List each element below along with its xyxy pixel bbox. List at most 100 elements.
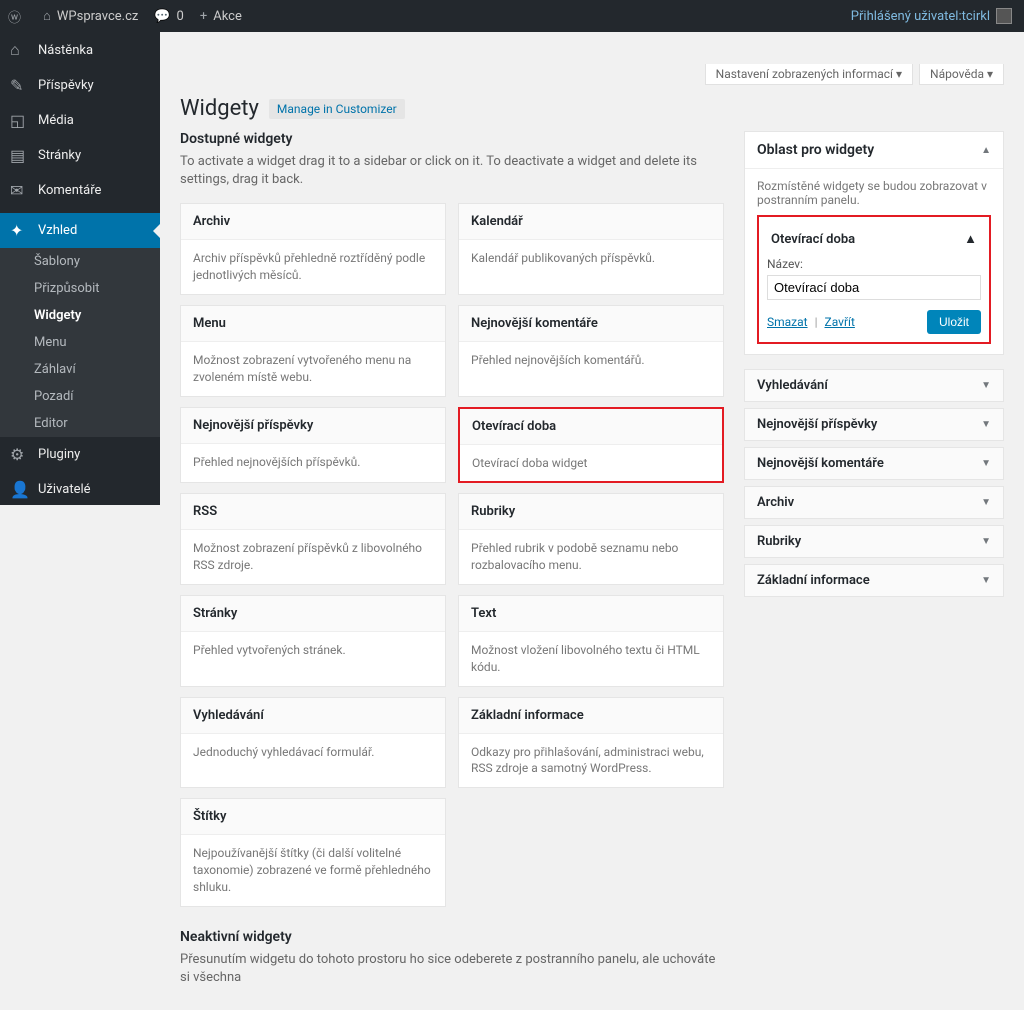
menu-icon: ✉ (10, 181, 30, 200)
comments-count: 0 (177, 9, 184, 24)
chevron-up-icon: ▲ (981, 145, 991, 156)
widget-stránky[interactable]: StránkyPřehled vytvořených stránek. (180, 595, 446, 687)
user-menu[interactable]: Přihlášený uživatel: tcirkl (843, 0, 1020, 32)
widget-nejnovější-příspěvky[interactable]: Nejnovější příspěvkyPřehled nejnovějších… (180, 407, 446, 484)
menu-item-uživatelé[interactable]: 👤Uživatelé (0, 472, 160, 505)
site-name: WPspravce.cz (57, 9, 138, 24)
manage-customizer-button[interactable]: Manage in Customizer (269, 99, 405, 119)
help-tab[interactable]: Nápověda ▾ (919, 64, 1004, 85)
content-wrap: Nastavení zobrazených informací ▾ Nápově… (160, 32, 1024, 1010)
submenu-item-menu[interactable]: Menu (0, 329, 160, 356)
widget-title: Rubriky (459, 494, 723, 530)
widget-základní-informace[interactable]: Základní informaceOdkazy pro přihlašován… (458, 697, 724, 789)
widget-menu[interactable]: MenuMožnost zobrazení vytvořeného menu n… (180, 305, 446, 397)
widget-desc: Odkazy pro přihlašování, administraci we… (459, 734, 723, 788)
widget-nejnovější-komentáře[interactable]: Nejnovější komentářePřehled nejnovějších… (458, 305, 724, 397)
save-button[interactable]: Uložit (927, 310, 981, 334)
menu-item-příspěvky[interactable]: ✎Příspěvky (0, 68, 160, 103)
new-label: Akce (213, 9, 242, 24)
comment-icon: 💬 (154, 9, 170, 24)
screen-options-tab[interactable]: Nastavení zobrazených informací ▾ (705, 64, 913, 85)
widget-desc: Přehled vytvořených stránek. (181, 632, 445, 669)
menu-item-komentáře[interactable]: ✉Komentáře (0, 173, 160, 208)
site-name-item[interactable]: ⌂ WPspravce.cz (35, 0, 146, 32)
widget-title: Kalendář (459, 204, 723, 240)
home-icon: ⌂ (43, 8, 51, 24)
submenu-item-pozadí[interactable]: Pozadí (0, 383, 160, 410)
collapsed-widget-základní-informace[interactable]: Základní informace▼ (744, 564, 1004, 597)
widget-desc: Kalendář publikovaných příspěvků. (459, 240, 723, 277)
chevron-down-icon: ▼ (981, 536, 991, 547)
widget-rss[interactable]: RSSMožnost zobrazení příspěvků z libovol… (180, 493, 446, 585)
menu-item-pluginy[interactable]: ⚙Pluginy (0, 437, 160, 472)
widget-title: Nejnovější komentáře (459, 306, 723, 342)
menu-item-média[interactable]: ◱Média (0, 103, 160, 138)
avatar (996, 8, 1012, 24)
widget-rubriky[interactable]: RubrikyPřehled rubrik v podobě seznamu n… (458, 493, 724, 585)
widget-desc: Jednoduchý vyhledávací formulář. (181, 734, 445, 771)
widget-štítky[interactable]: ŠtítkyNejpoužívanější štítky (či další v… (180, 798, 446, 906)
widget-desc: Možnost zobrazení příspěvků z libovolnéh… (181, 530, 445, 584)
title-input[interactable] (767, 275, 981, 300)
widget-area-header[interactable]: Oblast pro widgety ▲ (745, 132, 1003, 169)
collapsed-widget-archiv[interactable]: Archiv▼ (744, 486, 1004, 519)
menu-icon: ⚙ (10, 445, 30, 464)
delete-link[interactable]: Smazat (767, 315, 808, 329)
collapsed-widget-rubriky[interactable]: Rubriky▼ (744, 525, 1004, 558)
widget-title: Archiv (181, 204, 445, 240)
inactive-widgets-help: Přesunutím widgetu do tohoto prostoru ho… (180, 951, 724, 987)
widget-desc: Přehled rubrik v podobě seznamu nebo roz… (459, 530, 723, 584)
widget-desc: Přehled nejnovějších komentářů. (459, 342, 723, 379)
menu-icon: ⌂ (10, 40, 30, 60)
chevron-down-icon: ▼ (981, 458, 991, 469)
menu-icon: ✎ (10, 76, 30, 95)
widget-kalendář[interactable]: KalendářKalendář publikovaných příspěvků… (458, 203, 724, 295)
comments-item[interactable]: 💬0 (146, 0, 192, 32)
user-prefix: Přihlášený uživatel: (851, 9, 962, 24)
available-widgets-grid: ArchivArchiv příspěvků přehledně roztříd… (180, 203, 724, 906)
submenu-item-editor[interactable]: Editor (0, 410, 160, 437)
admin-bar: ⓦ ⌂WPspravce.cz 💬0 +Akce Přihlášený uživ… (0, 0, 1024, 32)
submenu-item-šablony[interactable]: Šablony (0, 248, 160, 275)
inactive-widgets-heading: Neaktivní widgety (180, 929, 724, 945)
widget-desc: Archiv příspěvků přehledně roztříděný po… (181, 240, 445, 294)
submenu-item-přizpůsobit[interactable]: Přizpůsobit (0, 275, 160, 302)
widget-title: Otevírací doba (460, 409, 722, 445)
widget-desc: Přehled nejnovějších příspěvků. (181, 444, 445, 481)
widget-desc: Možnost vložení libovolného textu či HTM… (459, 632, 723, 686)
widget-desc: Nejpoužívanější štítky (či další volitel… (181, 835, 445, 905)
submenu-item-záhlaví[interactable]: Záhlaví (0, 356, 160, 383)
new-content-item[interactable]: + Akce (192, 0, 250, 32)
widget-title: Vyhledávání (181, 698, 445, 734)
plus-icon: + (200, 9, 207, 24)
widget-text[interactable]: TextMožnost vložení libovolného textu či… (458, 595, 724, 687)
wp-logo[interactable]: ⓦ (0, 0, 35, 32)
chevron-down-icon: ▼ (981, 497, 991, 508)
collapsed-widget-nejnovější-komentáře[interactable]: Nejnovější komentáře▼ (744, 447, 1004, 480)
widget-title: Štítky (181, 799, 445, 835)
user-name: tcirkl (962, 9, 990, 24)
collapsed-widget-vyhledávání[interactable]: Vyhledávání▼ (744, 369, 1004, 402)
menu-item-vzhled[interactable]: ✦Vzhled (0, 213, 160, 248)
menu-item-nástěnka[interactable]: ⌂Nástěnka (0, 32, 160, 68)
widget-archiv[interactable]: ArchivArchiv příspěvků přehledně roztříd… (180, 203, 446, 295)
widget-area-title: Oblast pro widgety (757, 142, 874, 158)
widget-title: Základní informace (459, 698, 723, 734)
available-widgets-heading: Dostupné widgety (180, 131, 724, 147)
open-widget-oteviraci-doba: Otevírací doba ▲ Název: Smazat | Zavřít (757, 215, 991, 344)
chevron-down-icon: ▼ (981, 380, 991, 391)
menu-icon: ▤ (10, 146, 30, 165)
widget-title: Stránky (181, 596, 445, 632)
available-widgets-help: To activate a widget drag it to a sideba… (180, 153, 724, 189)
menu-icon: ◱ (10, 111, 30, 130)
chevron-down-icon: ▼ (981, 575, 991, 586)
chevron-up-icon[interactable]: ▲ (964, 231, 977, 247)
collapsed-widget-nejnovější-příspěvky[interactable]: Nejnovější příspěvky▼ (744, 408, 1004, 441)
open-widget-title: Otevírací doba (771, 232, 855, 247)
widget-otevírací-doba[interactable]: Otevírací dobaOtevírací doba widget (458, 407, 724, 484)
page-title: Widgety (180, 96, 259, 121)
menu-item-stránky[interactable]: ▤Stránky (0, 138, 160, 173)
close-link[interactable]: Zavřít (825, 315, 855, 329)
submenu-item-widgety[interactable]: Widgety (0, 302, 160, 329)
widget-vyhledávání[interactable]: VyhledáváníJednoduchý vyhledávací formul… (180, 697, 446, 789)
